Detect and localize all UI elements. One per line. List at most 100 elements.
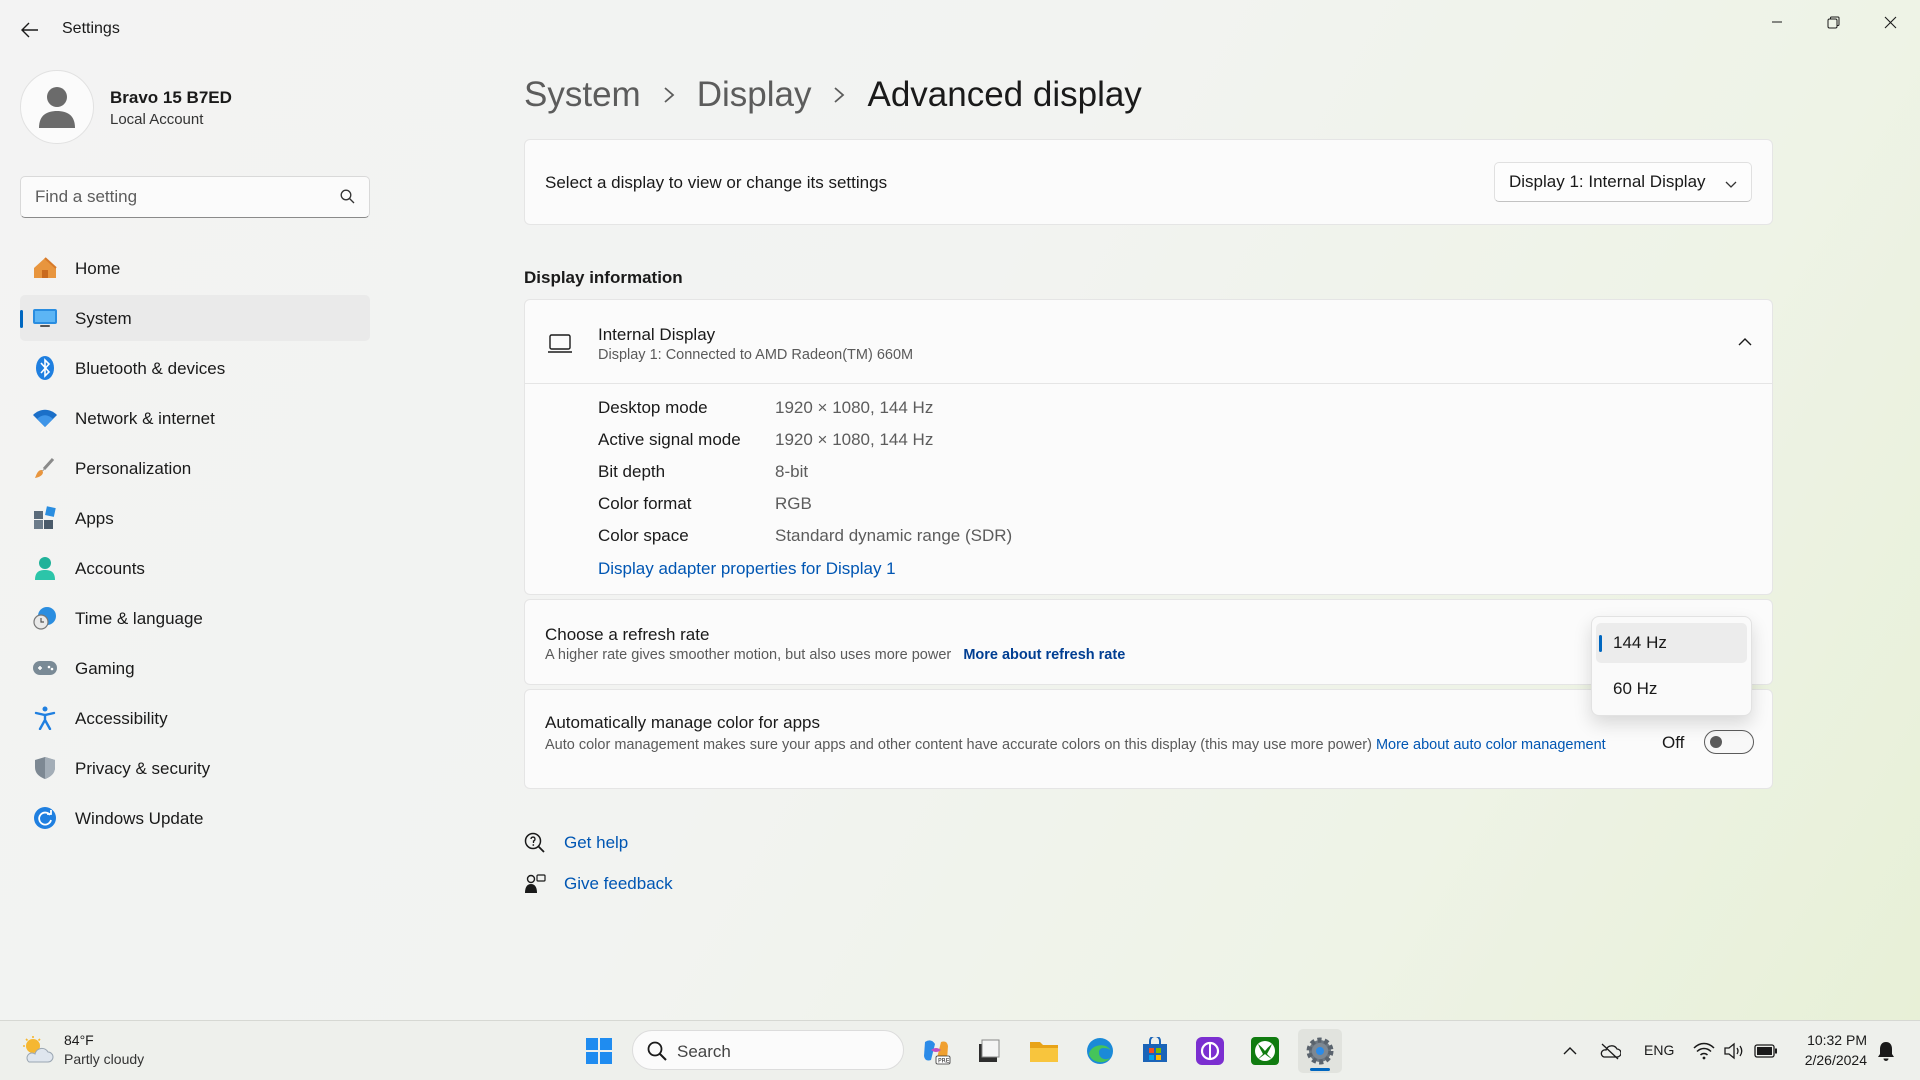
- profile-name: Bravo 15 B7ED: [110, 88, 232, 107]
- sidebar-item-bluetooth[interactable]: Bluetooth & devices: [20, 345, 370, 391]
- minimize-button[interactable]: [1749, 4, 1805, 40]
- edge-button[interactable]: [1078, 1029, 1122, 1073]
- sidebar-item-time-language[interactable]: Time & language: [20, 595, 370, 641]
- page-title: Advanced display: [867, 75, 1142, 114]
- sidebar-item-gaming[interactable]: Gaming: [20, 645, 370, 691]
- sidebar-item-personalization[interactable]: Personalization: [20, 445, 370, 491]
- refresh-rate-option-144[interactable]: 144 Hz: [1596, 623, 1747, 663]
- adapter-properties-link[interactable]: Display adapter properties for Display 1: [598, 559, 896, 579]
- breadcrumb: System Display Advanced display: [524, 72, 1142, 118]
- display-dropdown-value: Display 1: Internal Display: [1509, 172, 1706, 191]
- refresh-rate-link[interactable]: More about refresh rate: [963, 647, 1125, 663]
- sidebar-item-label: Privacy & security: [75, 759, 211, 778]
- refresh-rate-option-60[interactable]: 60 Hz: [1596, 669, 1747, 709]
- minimize-icon: [1772, 21, 1782, 23]
- taskbar-search[interactable]: Search: [632, 1030, 904, 1070]
- close-button[interactable]: [1862, 4, 1918, 40]
- store-button[interactable]: [1133, 1029, 1177, 1073]
- refresh-rate-card: Choose a refresh rate A higher rate give…: [524, 599, 1773, 685]
- home-icon: [32, 256, 58, 280]
- display-connection: Display 1: Connected to AMD Radeon(TM) 6…: [598, 347, 914, 363]
- sidebar-item-windows-update[interactable]: Windows Update: [20, 795, 370, 841]
- bluetooth-icon: [32, 356, 58, 380]
- auto-color-card: Automatically manage color for apps Auto…: [524, 689, 1773, 789]
- sidebar-item-accessibility[interactable]: Accessibility: [20, 695, 370, 741]
- purple-app-button[interactable]: [1188, 1029, 1232, 1073]
- svg-text:PRE: PRE: [938, 1058, 950, 1065]
- sidebar-item-label: Accounts: [75, 559, 145, 578]
- back-arrow-icon: [21, 22, 38, 38]
- info-key: Color space: [598, 526, 689, 545]
- search-input[interactable]: [21, 177, 321, 217]
- laptop-icon: [547, 334, 573, 359]
- sidebar-item-network[interactable]: Network & internet: [20, 395, 370, 441]
- auto-color-description: Auto color management makes sure your ap…: [545, 735, 1625, 755]
- restore-icon: [1827, 16, 1839, 28]
- restore-button[interactable]: [1805, 4, 1861, 40]
- breadcrumb-system[interactable]: System: [524, 75, 641, 115]
- sidebar-item-privacy[interactable]: Privacy & security: [20, 745, 370, 791]
- display-dropdown[interactable]: Display 1: Internal Display: [1494, 162, 1752, 202]
- chevron-up-icon[interactable]: [1558, 1039, 1582, 1063]
- wifi-icon[interactable]: [1692, 1039, 1716, 1063]
- info-value: 8-bit: [775, 462, 809, 481]
- file-app-button[interactable]: [967, 1029, 1011, 1073]
- get-help-link[interactable]: Get help: [564, 833, 628, 853]
- give-feedback-link[interactable]: Give feedback: [564, 874, 673, 894]
- settings-window: Settings Bravo 15 B7ED Local Account H: [0, 0, 1920, 1020]
- battery-icon[interactable]: [1754, 1039, 1778, 1063]
- option-label: 60 Hz: [1613, 679, 1658, 698]
- partly-cloudy-icon: [20, 1035, 54, 1070]
- copilot-button[interactable]: PRE: [914, 1029, 958, 1073]
- display-info-header[interactable]: Internal Display Display 1: Connected to…: [525, 300, 1772, 384]
- auto-color-link[interactable]: More about auto color: [1376, 737, 1517, 753]
- cloud-offline-icon[interactable]: [1598, 1039, 1622, 1063]
- auto-color-toggle[interactable]: [1704, 730, 1754, 754]
- xbox-button[interactable]: [1243, 1029, 1287, 1073]
- profile-account-type: Local Account: [110, 111, 204, 128]
- back-button[interactable]: [16, 16, 44, 44]
- start-button[interactable]: [577, 1029, 621, 1073]
- clock-date[interactable]: 2/26/2024: [1794, 1052, 1867, 1068]
- settings-app-button[interactable]: [1298, 1029, 1342, 1073]
- info-key: Bit depth: [598, 462, 666, 481]
- title-bar: Settings: [0, 0, 1920, 60]
- language-indicator[interactable]: ENG: [1644, 1042, 1674, 1058]
- info-key: Color format: [598, 494, 692, 513]
- clock-globe-icon: [32, 606, 58, 630]
- notification-bell-icon[interactable]: [1874, 1039, 1898, 1063]
- file-explorer-button[interactable]: [1022, 1029, 1066, 1073]
- display-name: Internal Display: [598, 325, 716, 344]
- settings-search[interactable]: [20, 176, 370, 218]
- volume-icon[interactable]: [1723, 1039, 1747, 1063]
- option-label: 144 Hz: [1613, 633, 1667, 652]
- taskbar: 84°F Partly cloudy Search PRE ENG 10:32 …: [0, 1020, 1920, 1080]
- user-profile[interactable]: Bravo 15 B7ED Local Account: [20, 70, 360, 146]
- xbox-icon: [1251, 1037, 1279, 1065]
- person-icon: [32, 556, 58, 580]
- sidebar-item-home[interactable]: Home: [20, 245, 370, 291]
- section-title-display-info: Display information: [524, 268, 683, 287]
- toggle-knob: [1710, 736, 1722, 748]
- auto-color-link-continued[interactable]: management: [1521, 737, 1606, 753]
- chevron-up-icon[interactable]: [1738, 335, 1752, 353]
- chevron-down-icon: [1725, 175, 1737, 195]
- sidebar-item-accounts[interactable]: Accounts: [20, 545, 370, 591]
- edge-icon: [1087, 1038, 1113, 1064]
- settings-icon: [1306, 1037, 1334, 1065]
- sidebar-item-label: Time & language: [75, 609, 203, 628]
- copilot-icon: PRE: [924, 1040, 951, 1065]
- sidebar-item-system[interactable]: System: [20, 295, 370, 341]
- refresh-rate-dropdown-list: 144 Hz 60 Hz: [1591, 616, 1752, 716]
- sidebar-item-label: Windows Update: [75, 809, 204, 828]
- close-icon: [1884, 16, 1896, 28]
- clock-time[interactable]: 10:32 PM: [1800, 1032, 1867, 1048]
- select-display-card: Select a display to view or change its s…: [524, 139, 1773, 225]
- sidebar-item-apps[interactable]: Apps: [20, 495, 370, 541]
- sidebar-item-label: Bluetooth & devices: [75, 359, 226, 378]
- weather-widget[interactable]: 84°F Partly cloudy: [20, 1029, 170, 1073]
- gamepad-icon: [32, 656, 58, 680]
- select-display-label: Select a display to view or change its s…: [545, 173, 888, 192]
- auto-color-title: Automatically manage color for apps: [545, 713, 820, 732]
- breadcrumb-display[interactable]: Display: [697, 75, 812, 115]
